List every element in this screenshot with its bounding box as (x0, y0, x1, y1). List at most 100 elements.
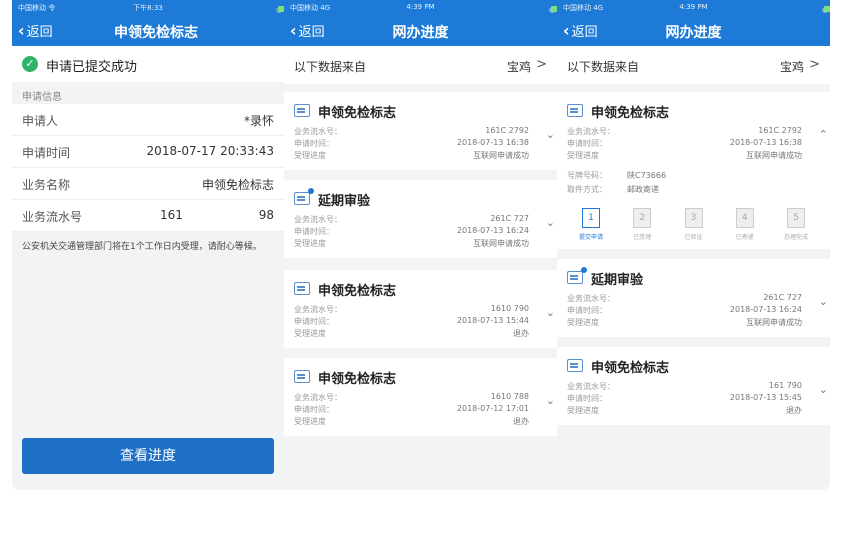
notice-text: 公安机关交通管理部门将在1个工作日内受理，请耐心等候。 (22, 242, 262, 252)
progress-label: 受理进度 (294, 329, 326, 338)
chevron-down-icon[interactable]: ⌄ (546, 306, 555, 319)
chevron-down-icon[interactable]: ⌄ (819, 295, 828, 308)
step-number: 1 (582, 208, 600, 228)
clock: 4:39 PM (679, 3, 708, 11)
page-title: 申领免检标志 (114, 25, 198, 41)
time-value: 2018-07-13 15:45 (729, 393, 802, 402)
progress-value: 互联网申请成功 (473, 151, 529, 160)
nav-bar: ‹ 返回 网办进度 (284, 14, 557, 46)
progress-value: 互联网申请成功 (746, 318, 802, 327)
chevron-up-icon[interactable]: ⌃ (819, 128, 828, 141)
progress-card[interactable]: 申领免检标志 业务流水号： 161C 2792 申请时间： 2018-07-13 1… (284, 92, 557, 170)
progress-list-screen: 中国移动 4G 4:39 PM ◉ ✱ 99% ‹返回 网办进度 以下数据来自 … (284, 0, 557, 490)
step-item: 5 办理完成 (774, 208, 818, 241)
document-icon (294, 188, 314, 205)
card-title: 延期审验 (591, 273, 644, 288)
chevron-right-icon: > (809, 57, 820, 72)
time-value: 2018-07-13 16:38 (729, 138, 802, 147)
progress-value: 退办 (786, 406, 802, 415)
field-business-name: 业务名称 申领免检标志 (12, 168, 284, 200)
progress-value: 互联网申请成功 (746, 151, 802, 160)
serial-label: 业务流水号： (294, 305, 342, 314)
data-source-row[interactable]: 以下数据来自 宝鸡 > (557, 46, 830, 92)
step-label: 已寄递 (735, 234, 754, 241)
carrier: 中国移动 4G (290, 4, 331, 12)
carrier: 中国移动 令 (18, 4, 56, 12)
check-icon: ✓ (22, 56, 38, 72)
step-label: 已受理 (633, 234, 652, 241)
card-title: 申领免检标志 (591, 106, 670, 121)
source-city: 宝鸡 (779, 60, 804, 74)
document-icon (294, 370, 310, 383)
serial-label: 业务流水号： (294, 215, 342, 224)
chevron-left-icon: ‹ (18, 21, 25, 40)
time-value: 2018-07-13 15:44 (456, 316, 529, 325)
card-title: 申领免检标志 (591, 361, 670, 376)
time-label: 申请时间： (294, 227, 334, 236)
page-title: 网办进度 (392, 25, 449, 41)
nav-bar: ‹ 返回 申领免检标志 (12, 14, 284, 46)
progress-card[interactable]: 申领免检标志 业务流水号： 1610 790 申请时间： 2018-07-13 15… (284, 270, 557, 348)
progress-label: 受理进度 (294, 239, 326, 248)
carrier: 中国移动 4G (563, 4, 604, 12)
chevron-down-icon[interactable]: ⌄ (819, 383, 828, 396)
delivery-label: 取件方式： (567, 185, 607, 194)
document-icon (567, 359, 583, 372)
chevron-down-icon[interactable]: ⌄ (546, 128, 555, 141)
battery-icon (824, 6, 830, 12)
card-title: 申领免检标志 (318, 284, 397, 299)
field-value: *录怀 (243, 114, 274, 128)
serial-value: 1610 788 (490, 392, 529, 401)
serial-value: 1610 790 (490, 304, 529, 313)
document-icon (567, 104, 583, 117)
time-label: 申请时间： (294, 139, 334, 148)
card-details: 号牌号码： 陕C73666 取件方式： 邮政寄递 (567, 170, 820, 198)
progress-card[interactable]: 申领免检标志 业务流水号： 161 790 申请时间： 2018-07-13 15:… (557, 347, 830, 425)
screenshot-collage: 中国移动 令 下午8:33 ◎ ↗ 99% ‹返回 申领免检标志 ✓ 申请已提交… (12, 0, 830, 490)
serial-label: 业务流水号： (567, 382, 615, 391)
progress-card[interactable]: 延期审验 业务流水号： 261C 727 申请时间： 2018-07-13 16:2… (557, 259, 830, 337)
progress-card-expanded[interactable]: 申领免检标志 业务流水号： 161C 2792 申请时间： 2018-07-13 1… (557, 92, 830, 249)
progress-value: 退办 (513, 417, 529, 426)
progress-value: 互联网申请成功 (473, 239, 529, 248)
progress-label: 受理进度 (567, 318, 599, 327)
step-number: 4 (735, 208, 754, 228)
progress-label: 受理进度 (567, 151, 599, 160)
time-label: 申请时间： (294, 405, 334, 414)
field-label: 申请人 (22, 114, 59, 128)
step-item: 2 已受理 (620, 208, 664, 241)
time-label: 申请时间： (567, 306, 607, 315)
view-progress-button[interactable]: 查看进度 (22, 438, 274, 474)
plate-label: 号牌号码： (567, 171, 607, 180)
serial-label: 业务流水号： (294, 393, 342, 402)
delivery-value: 邮政寄递 (627, 185, 659, 194)
chevron-right-icon: > (536, 57, 547, 72)
data-source-row[interactable]: 以下数据来自 宝鸡 > (284, 46, 557, 92)
chevron-down-icon[interactable]: ⌄ (546, 216, 555, 229)
time-value: 2018-07-13 16:24 (729, 305, 802, 314)
success-banner: ✓ 申请已提交成功 (12, 46, 284, 82)
field-label: 业务名称 (22, 178, 71, 192)
source-label: 以下数据来自 (567, 60, 640, 74)
card-title: 申领免检标志 (318, 106, 397, 121)
progress-card[interactable]: 申领免检标志 业务流水号： 1610 788 申请时间： 2018-07-12 17… (284, 358, 557, 436)
step-item: 1 提交申请 (569, 208, 613, 241)
step-label: 已验证 (684, 234, 703, 241)
time-label: 申请时间： (294, 317, 334, 326)
clock: 下午8:33 (133, 4, 163, 12)
progress-card[interactable]: 延期审验 业务流水号： 261C 727 申请时间： 2018-07-13 16:2… (284, 180, 557, 258)
nav-bar: ‹ 返回 网办进度 (557, 14, 830, 46)
time-label: 申请时间： (567, 139, 607, 148)
step-item: 3 已验证 (672, 208, 716, 241)
step-label: 办理完成 (783, 234, 808, 241)
source-city: 宝鸡 (506, 60, 531, 74)
time-label: 申请时间： (567, 394, 607, 403)
step-label: 提交申请 (578, 234, 603, 241)
status-bar: 中国移动 4G 4:39 PM ◉ ✱ 99% (284, 0, 557, 14)
progress-value: 退办 (513, 329, 529, 338)
serial-value: 161 790 (768, 381, 802, 390)
page-title: 网办进度 (665, 25, 722, 41)
chevron-down-icon[interactable]: ⌄ (546, 394, 555, 407)
field-apply-time: 申请时间 2018-07-17 20:33:43 (12, 136, 284, 168)
serial-value: 161C 2792 (485, 126, 529, 135)
